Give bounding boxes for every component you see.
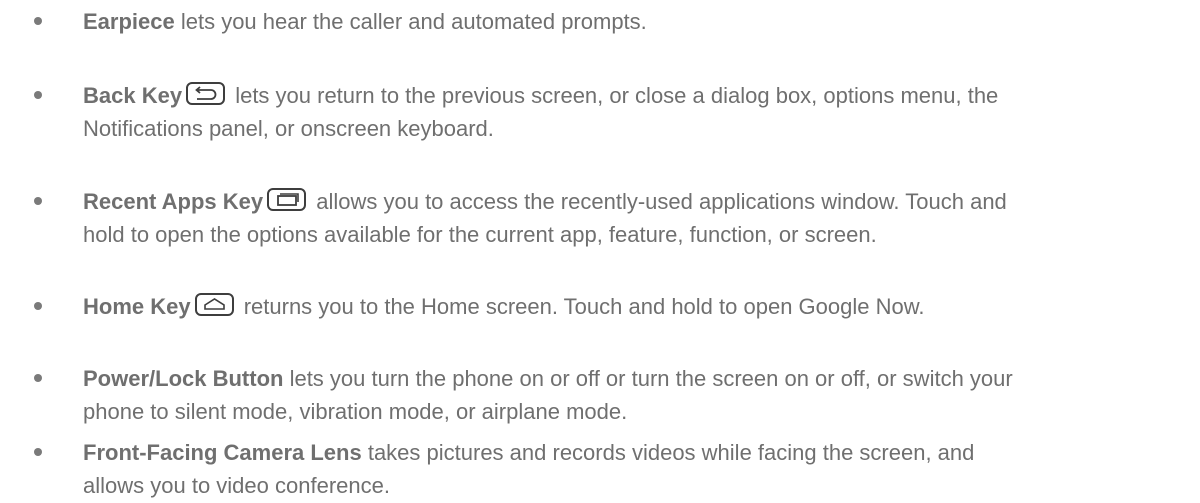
- list-item-text: Back Key lets you return to the previous…: [83, 79, 1183, 112]
- bullet-dot: [34, 302, 42, 310]
- description-line: lets you turn the phone on or off or tur…: [283, 366, 1013, 391]
- home-icon: [194, 293, 234, 316]
- description-line-2: allows you to video conference.: [83, 473, 390, 498]
- term-label: Earpiece: [83, 9, 175, 34]
- list-item-text: Recent Apps Key allows you to access the…: [83, 185, 1183, 218]
- bullet-dot: [34, 197, 42, 205]
- description-line: takes pictures and records videos while …: [361, 440, 975, 465]
- description-line: returns you to the Home screen. Touch an…: [237, 294, 925, 319]
- term-label: Home Key: [83, 294, 191, 319]
- bullet-dot: [34, 17, 42, 25]
- list-item-text: Earpiece lets you hear the caller and au…: [83, 5, 1183, 38]
- term-label: Front-Facing Camera Lens: [83, 440, 362, 465]
- bullet-dot: [34, 91, 42, 99]
- bullet-dot: [34, 448, 42, 456]
- list-item-text: Home Key returns you to the Home screen.…: [83, 290, 1183, 323]
- feature-list: Earpiece lets you hear the caller and au…: [0, 0, 1200, 503]
- description-line-2: phone to silent mode, vibration mode, or…: [83, 399, 628, 424]
- back-arrow-icon: [186, 82, 226, 105]
- recent-apps-icon: [267, 188, 307, 211]
- description-line-2: hold to open the options available for t…: [83, 222, 877, 247]
- description-line: lets you return to the previous screen, …: [229, 83, 999, 108]
- term-label: Recent Apps Key: [83, 189, 264, 214]
- term-label: Power/Lock Button: [83, 366, 284, 391]
- list-item-text: Front-Facing Camera Lens takes pictures …: [83, 436, 1183, 469]
- description-line-2: Notifications panel, or onscreen keyboar…: [83, 116, 494, 141]
- bullet-dot: [34, 374, 42, 382]
- description-line: allows you to access the recently-used a…: [310, 189, 1007, 214]
- description-line: lets you hear the caller and automated p…: [174, 9, 647, 34]
- term-label: Back Key: [83, 83, 183, 108]
- list-item-text: Power/Lock Button lets you turn the phon…: [83, 362, 1183, 395]
